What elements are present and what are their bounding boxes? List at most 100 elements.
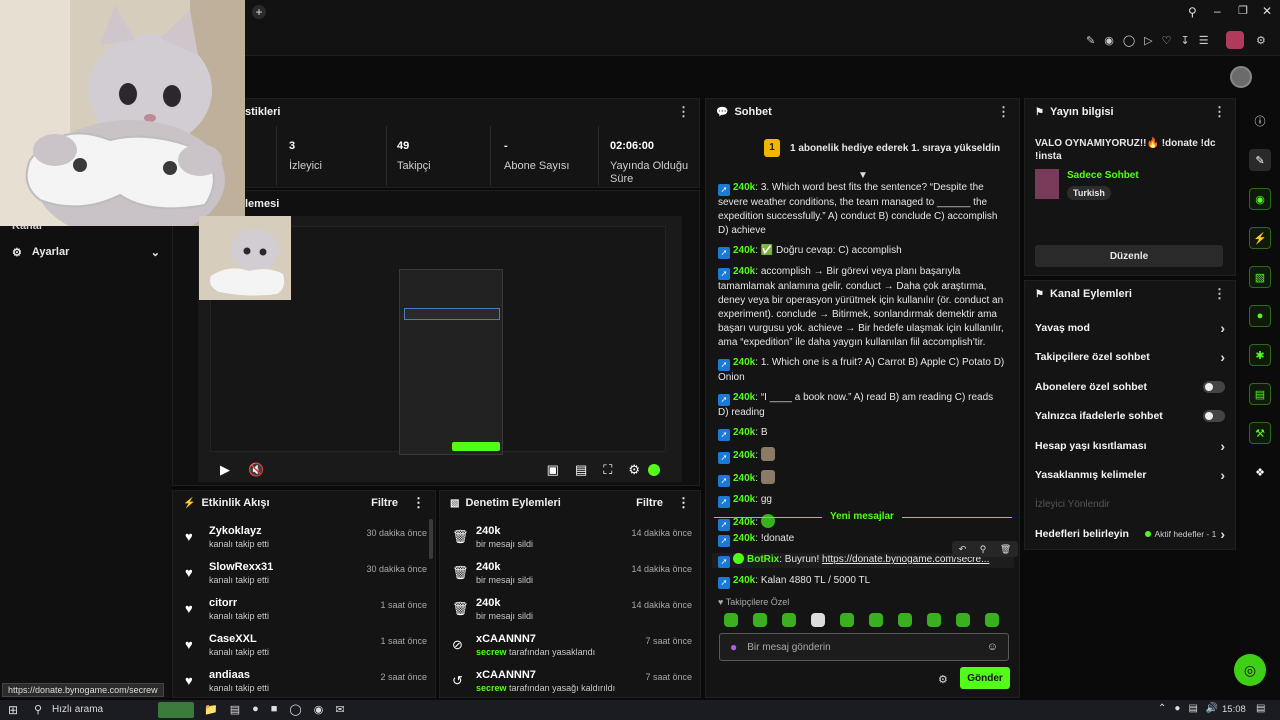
emote-icon[interactable] [927, 613, 941, 627]
browser-icon[interactable]: ● [252, 703, 259, 716]
filter-button[interactable]: Filtre [371, 497, 398, 509]
search-icon[interactable]: ⚲ [1188, 5, 1197, 19]
volume-icon[interactable]: 🔊 [1206, 703, 1218, 714]
emote-icon[interactable] [869, 613, 883, 627]
apps-icon[interactable]: ❖ [1249, 461, 1271, 483]
file-explorer-icon[interactable]: 📁 [204, 703, 218, 716]
play-icon[interactable]: ▷ [1144, 34, 1152, 47]
follower-name[interactable]: SlowRexx31 [209, 561, 273, 573]
emoji-icon[interactable]: ☺ [987, 641, 998, 653]
taskbar-search[interactable]: Hızlı arama [52, 704, 103, 715]
emote-icon[interactable] [782, 613, 796, 627]
user-avatar[interactable] [1230, 66, 1252, 88]
reply-icon[interactable]: ↶ [959, 544, 967, 555]
moderator-name[interactable]: secrew [476, 647, 507, 657]
shield-icon[interactable]: ◯ [1123, 34, 1135, 47]
menu-icon[interactable]: ☰ [1199, 34, 1209, 47]
more-icon[interactable]: ⋮ [1213, 104, 1226, 120]
delete-icon[interactable]: 🗑 [1000, 544, 1011, 555]
mute-icon[interactable]: 🔇 [248, 462, 264, 478]
settings-icon[interactable]: ⚙ [1256, 34, 1266, 47]
chat-username[interactable]: 240k [733, 427, 755, 438]
chat-username[interactable]: BotRix [747, 554, 779, 565]
moderator-name[interactable]: 240k [476, 597, 533, 609]
opera-icon[interactable]: ◯ [289, 703, 301, 716]
chat-username[interactable]: 240k [733, 517, 755, 528]
chat-settings-icon[interactable]: ⚙ [938, 673, 948, 686]
send-button[interactable]: Gönder [960, 667, 1010, 689]
chat-bubble-icon[interactable]: ● [1249, 305, 1271, 327]
moderator-name[interactable]: secrew [476, 683, 507, 693]
clip-icon[interactable]: ▤ [575, 462, 587, 478]
sidebar-item-settings[interactable]: ⚙ Ayarlar ⌄ [0, 243, 172, 261]
restore-icon[interactable]: ❐ [1238, 4, 1248, 17]
account-age-setting[interactable]: Hesap yaşı kısıtlaması › [1025, 431, 1235, 461]
follower-name[interactable]: andiaas [209, 669, 269, 681]
more-icon[interactable]: ⋮ [997, 104, 1010, 120]
chevron-up-icon[interactable]: ⌃ [1158, 703, 1166, 714]
moderator-name[interactable]: 240k [476, 525, 533, 537]
settings-gear-icon[interactable]: ⚙ [628, 462, 640, 478]
microphone-icon[interactable]: ● [1174, 703, 1180, 714]
subscribers-only-toggle[interactable] [1203, 380, 1225, 393]
chat-username[interactable]: 240k [733, 450, 755, 461]
chat-username[interactable]: 240k [733, 357, 755, 368]
edit-icon[interactable]: ✎ [1086, 34, 1095, 47]
target-user-name[interactable]: xCAANNN7 [476, 669, 615, 681]
more-icon[interactable]: ⋮ [412, 495, 425, 511]
notification-icon[interactable]: ▤ [1256, 703, 1265, 714]
network-icon[interactable]: ▤ [1188, 703, 1197, 714]
moderator-name[interactable]: 240k [476, 561, 533, 573]
new-tab-button[interactable]: + [252, 5, 266, 19]
heart-icon[interactable]: ♡ [1162, 34, 1172, 47]
followers-only-setting[interactable]: Takipçilere özel sohbet › [1025, 343, 1235, 373]
chat-username[interactable]: 240k [733, 575, 755, 586]
chat-username[interactable]: 240k [733, 182, 755, 193]
target-user-name[interactable]: xCAANNN7 [476, 633, 595, 645]
theater-mode-icon[interactable]: ▣ [547, 462, 559, 478]
chat-username[interactable]: 240k [733, 266, 755, 277]
pin-icon[interactable]: ▼ [858, 170, 868, 181]
wrench-icon[interactable]: ⚒ [1249, 422, 1271, 444]
search-icon[interactable]: ⚲ [34, 703, 42, 716]
emote-icon[interactable] [840, 613, 854, 627]
server-icon[interactable]: ▤ [1249, 383, 1271, 405]
more-icon[interactable]: ⋮ [677, 495, 690, 511]
chat-username[interactable]: 240k [733, 392, 755, 403]
app-icon[interactable]: ■ [271, 703, 278, 716]
more-icon[interactable]: ⋮ [677, 104, 690, 120]
filter-button[interactable]: Filtre [636, 497, 663, 509]
emote-icon[interactable] [811, 613, 825, 627]
chat-username[interactable]: 240k [733, 473, 755, 484]
bolt-icon[interactable]: ⚡ [1249, 227, 1271, 249]
edit-button[interactable]: Düzenle [1035, 245, 1223, 267]
goals-setting[interactable]: Hedefleri belirleyin Aktif hedefler - 1 … [1025, 520, 1235, 550]
record-icon[interactable]: ◉ [1249, 188, 1271, 210]
emote-icon[interactable] [724, 613, 738, 627]
pin-message-icon[interactable]: ⚲ [980, 544, 987, 555]
emotes-only-toggle[interactable] [1203, 410, 1225, 423]
close-icon[interactable]: ✕ [1262, 4, 1272, 18]
follower-name[interactable]: CaseXXL [209, 633, 269, 645]
camera-icon[interactable]: ◉ [1104, 34, 1114, 47]
windows-start-icon[interactable]: ⊞ [8, 703, 18, 717]
chat-username[interactable]: 240k [733, 494, 755, 505]
microphone-icon[interactable]: ● [730, 640, 737, 654]
quality-badge[interactable] [648, 464, 660, 476]
follower-name[interactable]: citorr [209, 597, 269, 609]
profile-avatar[interactable] [1226, 31, 1244, 49]
more-icon[interactable]: ⋮ [1213, 286, 1226, 302]
emote-icon[interactable] [898, 613, 912, 627]
edit-icon[interactable]: ✎ [1249, 149, 1271, 171]
emote-icon[interactable] [956, 613, 970, 627]
minimize-icon[interactable]: – [1214, 4, 1221, 18]
download-icon[interactable]: ↧ [1180, 34, 1189, 47]
broadcast-icon[interactable]: ✱ [1249, 344, 1271, 366]
mail-icon[interactable]: ✉ [335, 703, 344, 716]
chat-username[interactable]: 240k [733, 533, 755, 544]
chat-username[interactable]: 240k [733, 245, 755, 256]
scrollbar[interactable] [429, 519, 433, 559]
slow-mode-setting[interactable]: Yavaş mod › [1025, 313, 1235, 343]
follower-name[interactable]: Zykoklayz [209, 525, 269, 537]
play-button[interactable]: ▶ [220, 462, 230, 478]
